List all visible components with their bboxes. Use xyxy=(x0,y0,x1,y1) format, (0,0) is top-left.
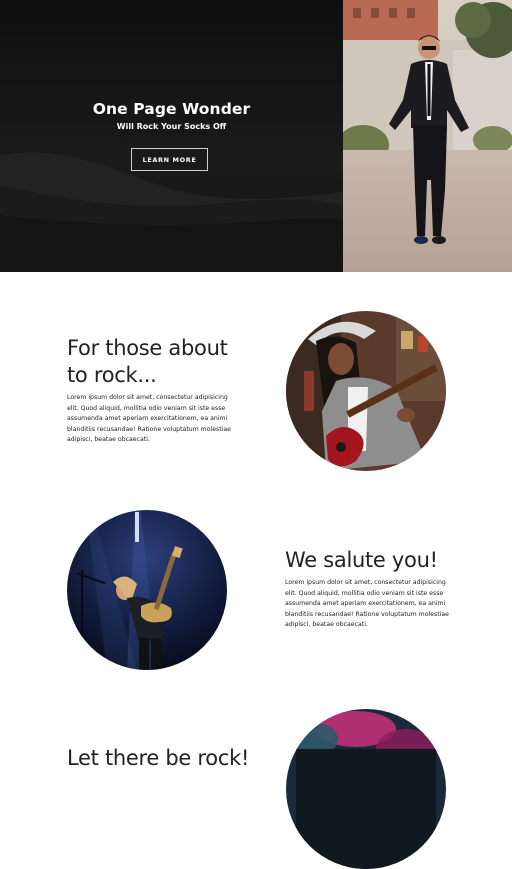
section-heading: For those about to rock... xyxy=(67,336,228,387)
concert-crowd-image xyxy=(286,709,446,869)
learn-more-button[interactable]: LEARN MORE xyxy=(131,148,208,171)
hero-title: One Page Wonder xyxy=(92,100,251,118)
stage-guitarist-image xyxy=(67,510,227,670)
hero-photo xyxy=(343,0,512,272)
guitarist-woman-image xyxy=(286,311,446,471)
hero-wave-decoration xyxy=(0,152,343,272)
section-heading: We salute you! xyxy=(285,548,438,572)
section-body: Lorem ipsum dolor sit amet, consectetur … xyxy=(67,394,231,443)
hero-section: One Page Wonder Will Rock Your Socks Off… xyxy=(0,0,512,272)
hero-subtitle: Will Rock Your Socks Off xyxy=(116,122,227,131)
hero-banner: One Page Wonder Will Rock Your Socks Off… xyxy=(0,0,343,272)
section-body: Lorem ipsum dolor sit amet, consectetur … xyxy=(285,579,449,628)
